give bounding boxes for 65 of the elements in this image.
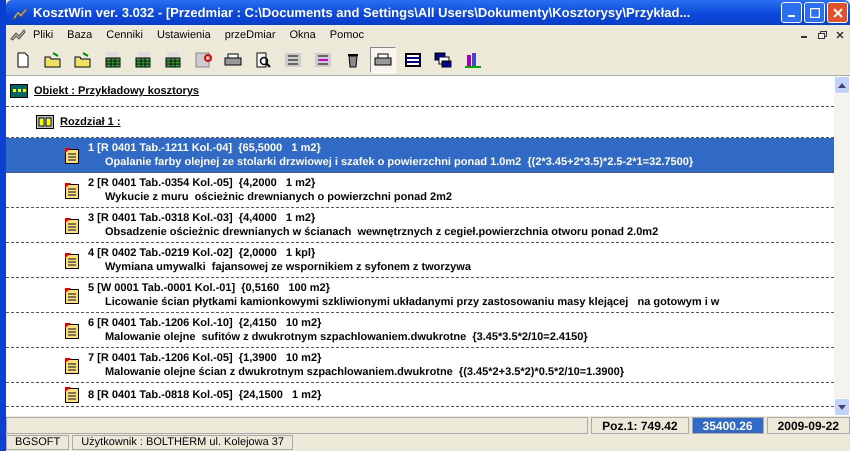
item-description: Opalanie farby olejnej ze stolarki drzwiowej i szafek o powierzchni ponad 1.0m2 {(2*3.45+2*3.5)*2.5-2*1=32.7500} (104, 155, 694, 169)
item-code: 8 [R 0401 Tab.-0818 Kol.-05] {24,1500 1 m2} (88, 388, 322, 402)
item-description: Malowanie olejne sufitów z dwukrotnym szpachlowaniem.dwukrotne {3.45*3.5*2/10=2.4150} (104, 330, 588, 344)
maximize-button[interactable] (804, 2, 825, 23)
tree-item[interactable]: 6 [R 0401 Tab.-1206 Kol.-10] {2,4150 10 m2} Malowanie olejne sufitów z dwukrotnym szpachlowaniem.dwukrotne {3.45*3.5*2/10=2.4150} (6, 313, 834, 348)
tree-item[interactable]: 7 [R 0401 Tab.-1206 Kol.-05] {1,3900 10 m2} Malowanie olejne ścian z dwukrotnym szpachlowaniem.dwukrotne {(3.45*2+3.5*2)*0.5*2/10=1.3900} (6, 348, 834, 383)
arrow-down-icon[interactable] (838, 404, 846, 410)
tree-item[interactable]: 8 [R 0401 Tab.-0818 Kol.-05] {24,1500 1 m2} (6, 383, 834, 407)
menu-item[interactable]: Baza (60, 28, 100, 40)
maximize-icon (810, 8, 820, 18)
window-title: KosztWin ver. 3.032 - [Przedmiar : C:\Documents and Settings\All Users\Dokumenty\Kosztorysy\Przykład... (33, 5, 692, 20)
tree-item[interactable]: 1 [R 0401 Tab.-1211 Kol.-04] {65,5000 1 m2} Opalanie farby olejnej ze stolarki drzwiowej i szafek o powierzchni ponad 1.0m2 {(2*3.45+2*3.5)*2.5-2*1=32.7500} (6, 138, 834, 173)
tree-node-label[interactable]: Obiekt : Przykładowy kosztorys (34, 85, 200, 97)
user-info: Użytkownik : BOLTHERM ul. Kolejowa 37 (72, 435, 293, 450)
app-icon (12, 6, 28, 20)
minimize-icon (788, 14, 795, 16)
item-description: Licowanie ścian płytkami kamionkowymi szkliwionymi układanymi przy zastosowaniu masy klejącej na gotowym i w (104, 295, 720, 309)
item-description: Obsadzenie ościeżnic drewnianych w ścianach wewnętrznych z cegieł.powierzchnia otworu ponad 2.0m2 (104, 225, 658, 239)
table-icon (103, 50, 123, 68)
list-icon (283, 50, 303, 68)
date-value: 2009-09-22 (766, 417, 850, 434)
item-code: 7 [R 0401 Tab.-1206 Kol.-05] {1,3900 10 m2} (88, 351, 322, 365)
item-code: 5 [W 0001 Tab.-0001 Kol.-01] {0,5160 100 m2} (88, 281, 331, 295)
item-code: 4 [R 0402 Tab.-0219 Kol.-02] {2,0000 1 kpl} (88, 246, 316, 260)
item-code: 6 [R 0401 Tab.-1206 Kol.-10] {2,4150 10 m2} (88, 316, 322, 330)
item-code: 1 [R 0401 Tab.-1211 Kol.-04] {65,5000 1 m2} (88, 141, 322, 155)
tree-item[interactable]: 3 [R 0401 Tab.-0318 Kol.-03] {4,4000 1 m2} Obsadzenie ościeżnic drewnianych w ścianach wewnętrznych z cegieł.powierzchnia otworu ponad 2.0m2 (6, 208, 834, 243)
menu-item[interactable]: Okna (282, 28, 323, 40)
minimize-icon (801, 36, 807, 38)
item-code: 2 [R 0401 Tab.-0354 Kol.-05] {4,2000 1 m2} (88, 176, 316, 190)
restore-icon (818, 30, 826, 38)
menu-item[interactable]: przeDmiar (218, 28, 282, 40)
building-icon (10, 84, 28, 98)
menu-item[interactable]: Ustawienia (150, 28, 218, 40)
move-list-icon (313, 50, 333, 68)
scrollbar[interactable] (834, 76, 850, 416)
minimize-button[interactable] (781, 2, 802, 23)
tree-node-label[interactable]: Rozdział 1 : (60, 116, 121, 128)
menu-item[interactable]: Pomoc (322, 28, 372, 40)
folder-icon (73, 50, 93, 68)
item-description: Malowanie olejne ścian z dwukrotnym szpachlowaniem.dwukrotne {(3.45*2+3.5*2)*0.5*2/10=1.3900} (104, 365, 624, 379)
printer-settings-button[interactable] (370, 46, 396, 72)
rows-icon (403, 50, 423, 68)
tree-item[interactable]: 5 [W 0001 Tab.-0001 Kol.-01] {0,5160 100 m2} Licowanie ścian płytkami kamionkowymi szkliwionymi układanymi przy zastosowaniu masy klejącej na gotowym i w (6, 278, 834, 313)
open-folder-icon (43, 50, 63, 68)
close-icon (832, 8, 842, 18)
chart-icon (463, 50, 483, 68)
arrow-up-icon[interactable] (838, 82, 846, 88)
item-description: Wymiana umywalki fajansowej ze wspornikiem z syfonem z tworzywa (104, 260, 471, 274)
item-description: Wykucie z muru ościeżnic drewnianych o powierzchni ponad 2m2 (104, 190, 452, 204)
windows-icon (433, 50, 453, 68)
position-value: Poz.1: 749.42 (591, 417, 689, 434)
printer-settings-icon (373, 50, 393, 68)
table-icon (133, 50, 153, 68)
company-name: BGSOFT (6, 435, 70, 450)
book-icon (36, 115, 54, 129)
menu-item[interactable]: Pliki (26, 28, 60, 40)
tree-item[interactable]: 4 [R 0402 Tab.-0219 Kol.-02] {2,0000 1 kpl} Wymiana umywalki fajansowej ze wspornikiem z syfonem z tworzywa (6, 243, 834, 278)
close-icon (836, 30, 844, 38)
total-value: 35400.26 (692, 417, 764, 434)
printer-icon (223, 50, 243, 68)
tree-item[interactable]: 2 [R 0401 Tab.-0354 Kol.-05] {4,2000 1 m2} Wykucie z muru ościeżnic drewnianych o powierzchni ponad 2m2 (6, 173, 834, 208)
item-code: 3 [R 0401 Tab.-0318 Kol.-03] {4,4000 1 m2} (88, 211, 316, 225)
menu-item[interactable]: Cenniki (99, 28, 150, 40)
table-icon (163, 50, 183, 68)
